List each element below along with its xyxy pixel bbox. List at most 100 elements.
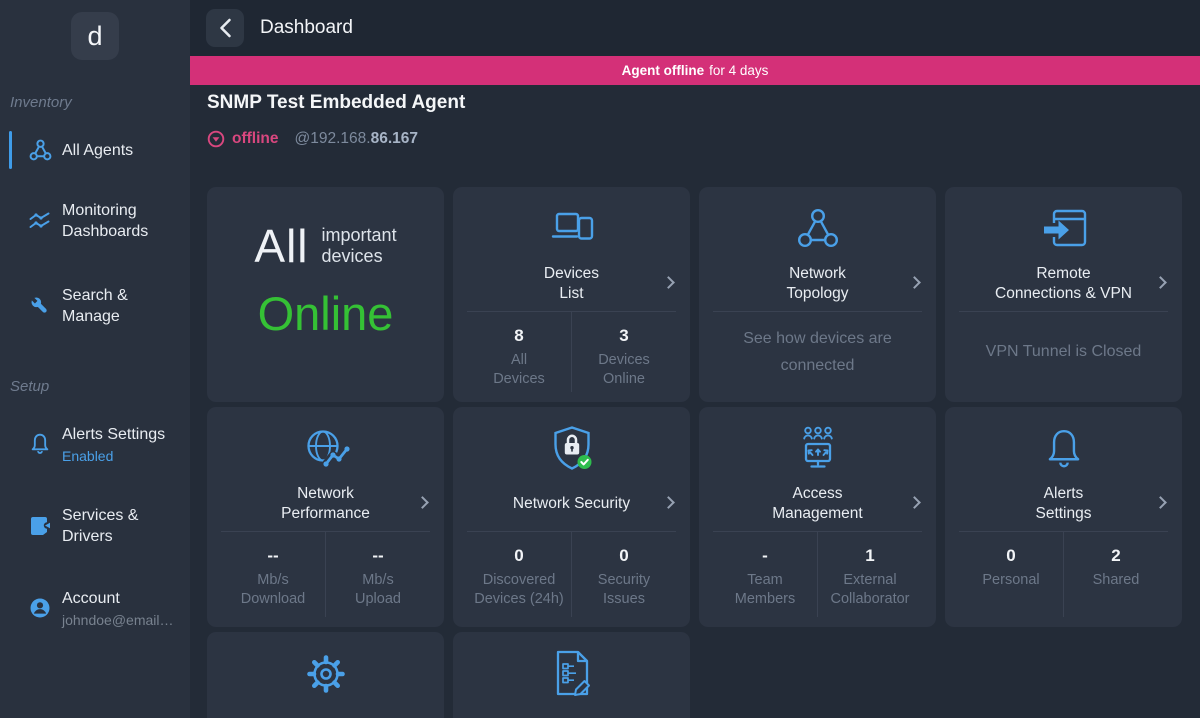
sidebar-item-label: Monitoring Dashboards [62, 202, 149, 240]
offline-status-icon [207, 130, 225, 148]
stat-value: 0 [1006, 546, 1016, 565]
chevron-left-icon [219, 18, 232, 38]
security-shield-lock-icon [453, 423, 690, 475]
important-devices-caption: All important devices [254, 223, 396, 269]
card-stats: 8 All Devices 3 Devices Online [467, 311, 676, 392]
chevron-right-icon [908, 276, 921, 289]
section-label-inventory: Inventory [10, 94, 72, 111]
card-network-performance[interactable]: Network Performance -- Mb/s Download -- … [207, 407, 444, 627]
sidebar-item-all-agents[interactable]: All Agents [0, 128, 190, 172]
page-title: Dashboard [260, 17, 353, 38]
alerts-enabled-status: Enabled [62, 448, 114, 464]
stat-label: Shared [1092, 572, 1140, 588]
card-title: Network Topology [786, 265, 849, 302]
stat-label: External Collaborator [830, 572, 910, 607]
card-title: Access Management [772, 485, 863, 522]
remote-connection-icon [945, 203, 1182, 255]
sidebar-item-monitoring-dashboards[interactable]: Monitoring Dashboards [0, 198, 190, 244]
stat-value: 1 [865, 546, 875, 565]
chevron-right-icon [908, 496, 921, 509]
back-button[interactable] [206, 9, 244, 47]
gear-icon [207, 648, 444, 700]
sidebar-item-account[interactable]: Account johndoe@email… [0, 586, 190, 630]
sidebar-item-label: Account [62, 590, 120, 607]
app-logo[interactable]: d [71, 12, 119, 60]
card-important-devices-status[interactable]: All important devices Online [207, 187, 444, 402]
stat-value: 3 [619, 326, 629, 345]
card-devices-list[interactable]: Devices List 8 All Devices 3 Devices Onl… [453, 187, 690, 402]
access-management-icon [699, 423, 936, 475]
sidebar-item-label: Alerts Settings [62, 426, 166, 443]
section-label-setup: Setup [10, 378, 50, 395]
card-footer-text: VPN Tunnel is Closed [985, 343, 1142, 360]
chevron-right-icon [662, 496, 675, 509]
card-agent-logs[interactable] [453, 632, 690, 718]
stat-value: 2 [1111, 546, 1121, 565]
card-agent-settings[interactable] [207, 632, 444, 718]
chevron-right-icon [416, 496, 429, 509]
agent-ip: @192.168.86.167 [295, 130, 419, 148]
stat-label: Mb/s Upload [355, 572, 401, 607]
agent-status-label: offline [232, 130, 279, 147]
stat-label: Team Members [734, 572, 796, 607]
sidebar-item-search-manage[interactable]: Search & Manage [0, 283, 190, 329]
stat-security-issues: 0 Security Issues [571, 531, 676, 617]
logo-letter: d [87, 20, 103, 51]
monitoring-chart-icon [28, 209, 52, 233]
card-stats: - Team Members 1 External Collaborator [713, 531, 922, 617]
card-title: Remote Connections & VPN [995, 265, 1132, 302]
agent-offline-banner[interactable]: Agent offline for 4 days [190, 56, 1200, 85]
stat-all-devices: 8 All Devices [467, 311, 571, 392]
sidebar-item-alerts-settings[interactable]: Alerts Settings Enabled [0, 422, 190, 466]
dashboard-card-grid: All important devices Online Devices Lis… [207, 187, 1182, 718]
card-footer-text: See how devices are connected [743, 329, 892, 374]
card-remote-connections-vpn[interactable]: Remote Connections & VPN VPN Tunnel is C… [945, 187, 1182, 402]
sidebar-item-label: Search & Manage [62, 287, 128, 325]
stat-label: Devices Online [598, 352, 650, 387]
chevron-right-icon [1154, 276, 1167, 289]
stat-discovered-devices: 0 Discovered Devices (24h) [467, 531, 571, 617]
wrench-icon [28, 294, 52, 318]
card-stats: 0 Personal 2 Shared [959, 531, 1168, 617]
topology-icon [699, 203, 936, 255]
card-stats: -- Mb/s Download -- Mb/s Upload [221, 531, 430, 617]
performance-globe-icon [207, 423, 444, 475]
card-network-security[interactable]: Network Security 0 Discovered Devices (2… [453, 407, 690, 627]
card-network-topology[interactable]: Network Topology See how devices are con… [699, 187, 936, 402]
card-title: Network Security [512, 495, 631, 512]
agent-status-row[interactable]: offline @192.168.86.167 [207, 128, 418, 150]
card-title: Devices List [543, 265, 600, 302]
account-person-icon [28, 596, 52, 620]
sidebar-item-services-drivers[interactable]: Services & Drivers [0, 503, 190, 549]
sidebar-item-label: All Agents [62, 141, 134, 159]
chevron-right-icon [1154, 496, 1167, 509]
topbar: Dashboard [190, 0, 1200, 56]
stat-shared-alerts: 2 Shared [1063, 531, 1168, 617]
chevron-right-icon [662, 276, 675, 289]
stat-label: Mb/s Download [240, 572, 306, 607]
stat-value: -- [372, 546, 384, 565]
devices-icon [453, 203, 690, 255]
sidebar: d Inventory All Agents Monitoring Dashbo… [0, 0, 190, 718]
card-alerts-settings[interactable]: Alerts Settings 0 Personal 2 Shared [945, 407, 1182, 627]
important-qualifier: important devices [321, 225, 397, 266]
stat-label: Discovered Devices (24h) [474, 572, 564, 607]
stat-value: -- [267, 546, 279, 565]
bell-icon [945, 423, 1182, 475]
main-area: Dashboard Agent offline for 4 days SNMP … [190, 0, 1200, 718]
agent-ip-prefix: @192.168. [294, 130, 371, 147]
network-nodes-icon [28, 138, 52, 162]
stat-upload: -- Mb/s Upload [325, 531, 430, 617]
card-access-management[interactable]: Access Management - Team Members 1 Exter… [699, 407, 936, 627]
bell-icon [28, 432, 52, 456]
stat-label: Security Issues [597, 572, 651, 607]
active-indicator [9, 131, 12, 169]
document-edit-icon [453, 648, 690, 700]
important-devices-online-status: Online [257, 287, 394, 340]
banner-rest-text: for 4 days [709, 63, 769, 78]
card-title: Network Performance [281, 485, 370, 522]
agent-name: SNMP Test Embedded Agent [207, 92, 466, 113]
important-word-all: All [254, 220, 309, 272]
stat-value: 0 [514, 546, 524, 565]
card-stats: 0 Discovered Devices (24h) 0 Security Is… [467, 531, 676, 617]
